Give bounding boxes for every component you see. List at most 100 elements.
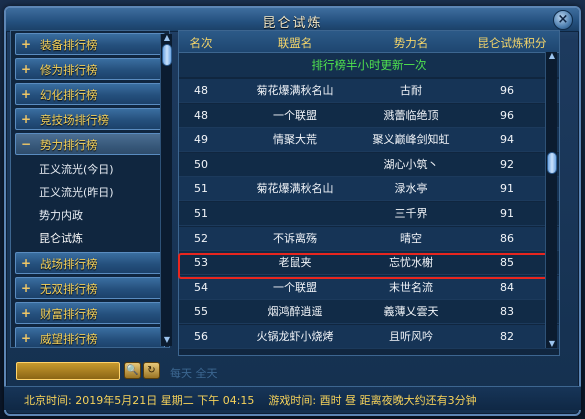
titlebar: 昆仑试炼 ×	[6, 8, 579, 32]
scroll-down-icon[interactable]: ▼	[162, 336, 172, 344]
sidebar-item-peerless-rank[interactable]: + 无双排行榜	[15, 277, 165, 299]
cell-score: 91	[500, 207, 514, 220]
sidebar-item-label: 财富排行榜	[40, 307, 98, 321]
table-row[interactable]: 48 菊花爆满秋名山 古耐 96	[179, 79, 559, 103]
table-header: 名次 联盟名 势力名 昆仑试炼积分	[179, 31, 559, 53]
plus-icon: +	[21, 62, 32, 76]
sidebar-item-force-rank[interactable]: − 势力排行榜	[15, 133, 165, 155]
cell-rank: 50	[194, 157, 208, 171]
cell-score: 83	[500, 305, 514, 319]
cell-rank: 56	[194, 330, 208, 343]
table-row[interactable]: 52 不诉离殇 晴空 86	[179, 226, 559, 251]
cell-rank: 52	[194, 231, 208, 245]
highlighted-row-outline	[178, 253, 557, 279]
cell-force: 且听风吟	[389, 330, 433, 343]
sidebar-scroll-thumb[interactable]	[162, 44, 172, 66]
table-row[interactable]: 56 火锅龙虾小烧烤 且听风吟 82	[179, 325, 559, 349]
cell-rank: 49	[194, 133, 208, 147]
cell-force: 湖心小筑丶	[383, 157, 439, 171]
table-row[interactable]: 49 情聚大荒 聚义巅峰剑知虹 94	[179, 128, 559, 153]
table-row[interactable]: 54 一个联盟 末世名流 84	[179, 275, 559, 300]
sidebar-subitem-justice-yesterday[interactable]: 正义流光(昨日)	[11, 181, 169, 204]
table-row[interactable]: 51 三千界 91	[179, 202, 559, 226]
plus-icon: +	[21, 281, 32, 295]
table-row[interactable]: 51 菊花爆满秋名山 渌水亭 91	[179, 177, 559, 202]
plus-icon: +	[21, 306, 32, 320]
cell-rank: 51	[194, 207, 208, 220]
sidebar-item-equipment-rank[interactable]: + 装备排行榜	[15, 33, 165, 55]
search-input[interactable]	[16, 362, 120, 380]
sidebar-item-wealth-rank[interactable]: + 财富排行榜	[15, 302, 165, 324]
cell-union: 一个联盟	[273, 108, 317, 122]
table-row[interactable]: 48 一个联盟 溅蕾临绝顶 96	[179, 103, 559, 128]
cell-union: 烟鸿醉逍遥	[267, 305, 323, 319]
sidebar-item-arena-rank[interactable]: + 竞技场排行榜	[15, 108, 165, 130]
scroll-up-icon[interactable]: ▲	[162, 34, 172, 42]
header-rank: 名次	[189, 36, 213, 50]
cell-union: 菊花爆满秋名山	[256, 84, 334, 97]
scroll-up-icon[interactable]: ▲	[547, 52, 557, 60]
cell-rank: 54	[194, 280, 208, 294]
cell-rank: 48	[194, 84, 208, 97]
sidebar-subitem-kunlun-trial[interactable]: 昆仑试炼	[11, 227, 169, 250]
cell-score: 96	[500, 84, 514, 97]
sidebar-subitem-justice-today[interactable]: 正义流光(今日)	[11, 158, 169, 181]
table-row[interactable]: 55 烟鸿醉逍遥 義薄乂雲天 83	[179, 300, 559, 325]
sidebar-scrollbar[interactable]: ▲ ▼	[160, 34, 172, 346]
cell-score: 86	[500, 231, 514, 245]
cell-force: 溅蕾临绝顶	[383, 108, 439, 122]
plus-icon: +	[21, 256, 32, 270]
game-time-label: 游戏时间:	[268, 394, 317, 407]
cell-force: 渌水亭	[394, 182, 428, 196]
minus-icon: −	[21, 137, 32, 151]
cell-union: 不诉离殇	[273, 231, 317, 245]
cell-force: 古耐	[400, 84, 422, 97]
plus-icon: +	[21, 331, 32, 345]
cell-force: 三千界	[394, 207, 428, 220]
sidebar-item-prestige-rank[interactable]: + 威望排行榜	[15, 327, 165, 347]
table-scroll-thumb[interactable]	[547, 152, 557, 174]
scroll-down-icon[interactable]: ▼	[547, 340, 557, 348]
table-row[interactable]: 50 湖心小筑丶 92	[179, 152, 559, 177]
header-score: 昆仑试炼积分	[477, 36, 547, 50]
update-notice: 排行榜半小时更新一次	[179, 53, 559, 77]
sidebar-item-cultivation-rank[interactable]: + 修为排行榜	[15, 58, 165, 80]
game-time-value: 酉时 昼 距离夜晚大约还有3分钟	[319, 394, 477, 407]
cell-force: 晴空	[400, 231, 422, 245]
sidebar-item-transform-rank[interactable]: + 幻化排行榜	[15, 83, 165, 105]
cell-rank: 55	[194, 305, 208, 319]
refresh-icon[interactable]: ↻	[143, 362, 160, 379]
sidebar-item-battlefield-rank[interactable]: + 战场排行榜	[15, 252, 165, 274]
sidebar-item-label: 无双排行榜	[40, 282, 98, 296]
status-bar: 北京时间: 2019年5月21日 星期二 下午 04:15 游戏时间: 酉时 昼…	[4, 386, 581, 410]
table-scrollbar[interactable]: ▲ ▼	[545, 52, 557, 348]
sidebar-item-label: 修为排行榜	[40, 63, 98, 77]
sidebar-item-label: 竞技场排行榜	[40, 113, 109, 127]
sidebar-subitem-force-affairs[interactable]: 势力内政	[11, 204, 169, 227]
cell-force: 末世名流	[389, 280, 433, 294]
plus-icon: +	[21, 87, 32, 101]
search-icon[interactable]: 🔍	[124, 362, 141, 379]
sidebar-item-label: 战场排行榜	[40, 257, 98, 271]
sidebar-item-label: 装备排行榜	[40, 38, 98, 52]
cell-score: 94	[500, 133, 514, 147]
cell-rank: 51	[194, 182, 208, 196]
sidebar-item-label: 威望排行榜	[40, 332, 98, 346]
sidebar-item-label: 幻化排行榜	[40, 88, 98, 102]
plus-icon: +	[21, 112, 32, 126]
cell-force: 聚义巅峰剑知虹	[372, 133, 450, 147]
cell-union: 菊花爆满秋名山	[256, 182, 334, 196]
close-button[interactable]: ×	[553, 10, 573, 30]
header-union: 联盟名	[277, 36, 313, 50]
background-ghost-text: 每天 全天	[170, 367, 218, 380]
cell-rank: 48	[194, 108, 208, 122]
cell-score: 84	[500, 280, 514, 294]
plus-icon: +	[21, 37, 32, 51]
cell-score: 82	[500, 330, 514, 343]
cell-score: 92	[500, 157, 514, 171]
cell-union: 一个联盟	[273, 280, 317, 294]
window-title: 昆仑试炼	[262, 16, 323, 31]
cell-score: 91	[500, 182, 514, 196]
cell-force: 義薄乂雲天	[383, 305, 439, 319]
cell-union: 火锅龙虾小烧烤	[256, 330, 334, 343]
